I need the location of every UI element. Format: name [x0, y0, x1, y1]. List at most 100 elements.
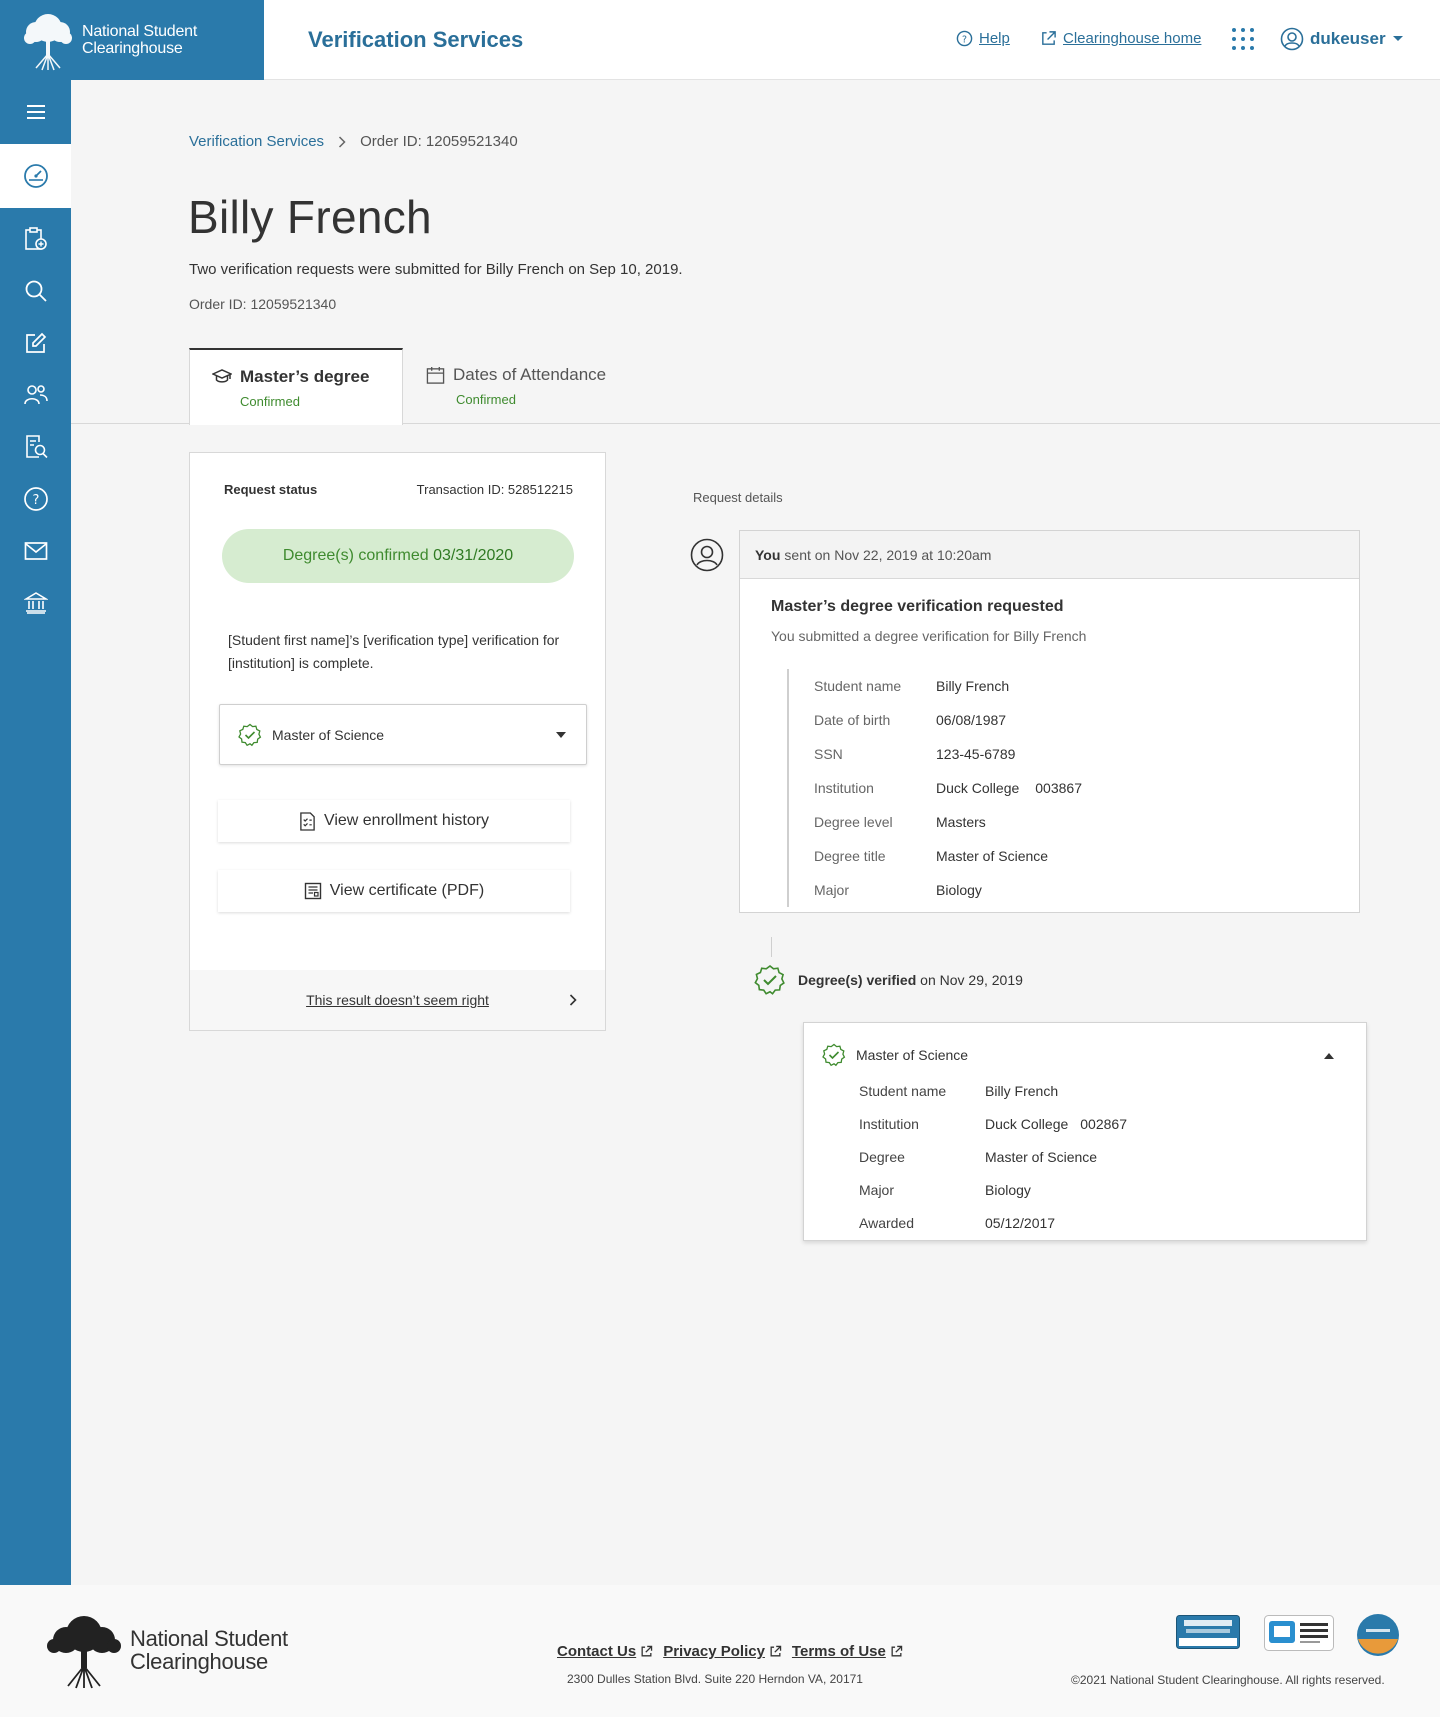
verified-badge-icon — [822, 1043, 846, 1067]
list-item: Degree title Master of Science — [814, 848, 1049, 864]
order-id: Order ID: 12059521340 — [189, 296, 337, 312]
footer-logo-line2: Clearinghouse — [130, 1649, 268, 1674]
result-header[interactable]: Master of Science — [822, 1043, 968, 1067]
new-request-icon[interactable] — [0, 213, 71, 265]
verified-badge-icon — [754, 964, 785, 995]
caret-down-icon — [556, 732, 566, 738]
message-sender: You — [755, 546, 781, 563]
verification-label: Degree(s) verified — [798, 972, 917, 988]
view-enrollment-history-button[interactable]: View enrollment history — [218, 800, 570, 842]
external-link-icon — [891, 1645, 903, 1657]
timeline-connector — [771, 937, 772, 957]
breadcrumb-current: Order ID: 12059521340 — [360, 133, 518, 150]
footer-logo-line1: National Student — [130, 1626, 288, 1651]
caret-up-icon[interactable] — [1324, 1053, 1334, 1059]
menu-icon[interactable] — [0, 80, 71, 144]
list-item: Awarded 05/12/2017 — [859, 1214, 1056, 1231]
list-item: Institution Duck College 002867 — [859, 1115, 1127, 1132]
list-item: Major Biology — [859, 1181, 1031, 1198]
clearinghouse-home-link[interactable]: Clearinghouse home — [1040, 30, 1201, 47]
page-subtitle: Two verification requests were submitted… — [189, 261, 683, 278]
contact-us-link[interactable]: Contact Us — [557, 1643, 653, 1660]
verification-date: on Nov 29, 2019 — [920, 972, 1023, 988]
message-subtitle: You submitted a degree verification for … — [771, 628, 1087, 644]
message-title: Master’s degree verification requested — [771, 598, 1064, 615]
document-search-icon[interactable] — [0, 421, 71, 473]
request-message-card: You sent on Nov 22, 2019 at 10:20am Mast… — [739, 530, 1360, 913]
user-avatar-icon — [690, 538, 724, 572]
help-link[interactable]: ? Help — [956, 30, 1010, 47]
footer-address: 2300 Dulles Station Blvd. Suite 220 Hern… — [567, 1672, 863, 1686]
list-item: Degree Master of Science — [859, 1148, 1098, 1165]
search-icon[interactable] — [0, 265, 71, 317]
student-data-principles-badge[interactable] — [1356, 1613, 1400, 1657]
list-item: Degree level Masters — [814, 814, 986, 830]
help-icon[interactable]: ? — [0, 473, 71, 525]
request-detail-list: Student name Billy French Date of birth 06… — [787, 669, 1287, 907]
status-text: Degree(s) confirmed — [282, 547, 429, 564]
external-link-icon — [641, 1645, 653, 1657]
message-timestamp: sent on Nov 22, 2019 at 10:20am — [784, 546, 992, 563]
verified-badge-icon — [238, 723, 262, 746]
certificate-icon — [304, 882, 321, 900]
list-item: Institution Duck College 003867 — [814, 780, 1082, 796]
people-icon[interactable] — [0, 369, 71, 421]
sidebar: ? — [0, 80, 71, 1585]
tree-logo-icon — [24, 14, 72, 71]
degree-select[interactable]: Master of Science — [219, 704, 587, 765]
securetrust-badge[interactable] — [1176, 1615, 1240, 1649]
verification-event: Degree(s) verified on Nov 29, 2019 — [754, 964, 1023, 996]
terms-of-use-link[interactable]: Terms of Use — [792, 1643, 903, 1660]
page-footer: National Student Clearinghouse Contact U… — [0, 1585, 1440, 1717]
logo-line1: National Student — [82, 23, 198, 40]
request-status-label: Request status — [224, 482, 318, 497]
dashboard-icon[interactable] — [0, 144, 71, 208]
page-title: Billy French — [188, 191, 432, 243]
message-header: You sent on Nov 22, 2019 at 10:20am — [740, 531, 1359, 579]
mail-icon[interactable] — [0, 525, 71, 577]
user-menu[interactable]: dukeuser — [1280, 27, 1404, 51]
edit-icon[interactable] — [0, 317, 71, 369]
help-circle-icon: ? — [956, 30, 973, 47]
dispute-result-link[interactable]: This result doesn’t seem right — [190, 970, 605, 1030]
tab-status: Confirmed — [240, 394, 300, 409]
tab-label: Dates of Attendance — [453, 365, 607, 384]
result-detail-list: Student name Billy French Institution Duck… — [859, 1074, 1127, 1239]
tab-masters-degree[interactable]: Master’s degree Confirmed — [189, 348, 403, 425]
tab-dates-of-attendance[interactable]: Dates of Attendance Confirmed — [404, 348, 618, 425]
institution-icon[interactable] — [0, 577, 71, 629]
app-launcher-icon[interactable] — [1232, 28, 1254, 50]
external-link-icon — [770, 1645, 782, 1657]
request-details-label: Request details — [693, 490, 783, 505]
external-link-icon — [1042, 31, 1056, 45]
view-certificate-button[interactable]: View certificate (PDF) — [218, 870, 570, 912]
status-message: [Student first name]’s [verification typ… — [228, 632, 560, 671]
chevron-right-icon — [569, 994, 577, 1006]
button-label: View certificate (PDF) — [329, 882, 485, 899]
username: dukeuser — [1310, 29, 1386, 48]
privacy-policy-link[interactable]: Privacy Policy — [663, 1643, 782, 1660]
tree-logo-icon — [47, 1616, 121, 1689]
student-privacy-pledge-badge[interactable] — [1264, 1615, 1334, 1651]
dispute-label: This result doesn’t seem right — [306, 992, 489, 1008]
tab-status: Confirmed — [456, 392, 516, 407]
logo-line2: Clearinghouse — [82, 40, 183, 57]
footer-logo: National Student Clearinghouse — [40, 1610, 288, 1690]
tab-label: Master’s degree — [240, 367, 370, 386]
svg-text:?: ? — [962, 34, 967, 45]
nsc-logo[interactable]: National Student Clearinghouse — [0, 0, 264, 80]
user-avatar-icon — [1280, 27, 1304, 51]
list-item: SSN 123-45-6789 — [814, 746, 1016, 762]
calendar-icon — [426, 366, 445, 384]
svg-text:?: ? — [32, 493, 39, 508]
status-date: 03/31/2020 — [433, 547, 514, 564]
breadcrumb-root-link[interactable]: Verification Services — [189, 133, 324, 150]
footer-copyright: ©2021 National Student Clearinghouse. Al… — [1071, 1673, 1385, 1687]
footer-links: Contact Us Privacy Policy Terms of Use — [557, 1643, 903, 1660]
degree-select-value: Master of Science — [272, 726, 385, 743]
breadcrumb: Verification Services Order ID: 12059521… — [189, 133, 518, 150]
chevron-right-icon — [339, 135, 346, 148]
graduation-cap-icon — [212, 369, 232, 383]
home-label: Clearinghouse home — [1063, 30, 1202, 47]
help-label: Help — [979, 30, 1010, 47]
